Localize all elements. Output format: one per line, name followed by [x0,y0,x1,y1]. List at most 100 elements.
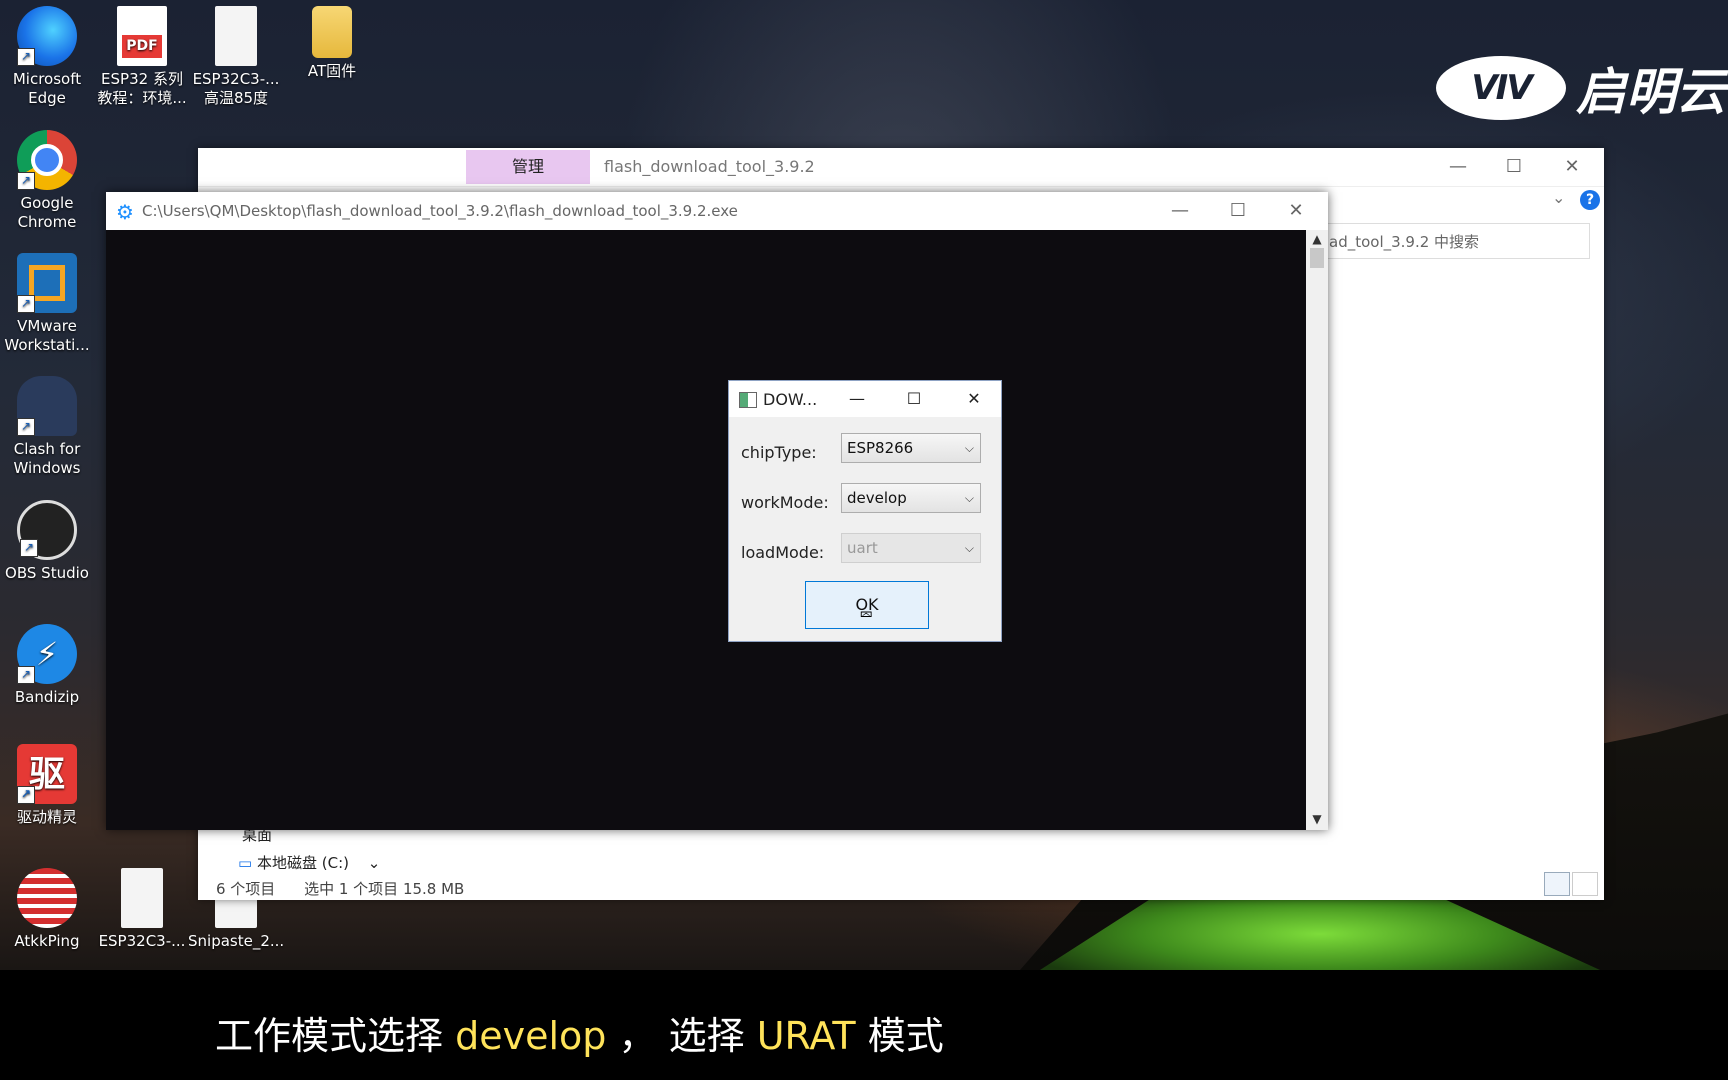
flash-tool-title: C:\Users\QM\Desktop\flash_download_tool_… [142,202,738,220]
nav-item-label: 本地磁盘 (C:) [256,854,349,872]
chevron-down-icon: ⌵ [964,441,974,455]
driver-icon: 驱 ↗ [17,744,77,804]
icon-label: ESP32 系列 教程：环境... [97,70,187,107]
dialog-title: DOW... [763,390,818,409]
details-view-button[interactable] [1544,872,1570,896]
chip-type-label: chipType: [741,443,817,462]
desktop-icon-bandizip[interactable]: ⚡ ↗ Bandizip [0,624,95,707]
shortcut-arrow-icon: ↗ [17,48,35,66]
atkkping-icon [17,868,77,928]
work-mode-select[interactable]: develop ⌵ [841,483,981,513]
close-button[interactable]: ✕ [959,387,989,411]
nav-item-local-disk[interactable]: ▭ 本地磁盘 (C:) ⌄ [238,852,380,873]
desktop-icon-esp32-pdf[interactable]: PDF ESP32 系列 教程：环境... [94,6,190,108]
work-mode-label: workMode: [741,493,829,512]
icon-label: AtkkPing [14,932,80,950]
vmware-icon: ↗ [17,253,77,313]
explorer-titlebar: 管理 flash_download_tool_3.9.2 — ☐ ✕ [198,148,1604,187]
file-icon [121,868,163,928]
shortcut-arrow-icon: ↗ [17,786,35,804]
gear-icon: ⚙ [116,200,134,224]
maximize-button[interactable]: ☐ [1494,154,1534,180]
large-icons-view-button[interactable] [1572,872,1598,896]
console-scrollbar[interactable]: ▲ ▼ [1306,230,1328,830]
brand-logo: VIV 启明云端 [1436,52,1728,124]
pdf-badge: PDF [122,34,162,58]
subtitle-part2: ， 选择 [618,1014,745,1058]
logo-mark: VIV [1436,56,1566,120]
minimize-button[interactable]: — [842,387,872,411]
subtitle-text: 工作模式选择 develop ， 选择 URAT 模式 [215,1005,944,1060]
subtitle-highlight-urat: URAT [756,1014,856,1058]
icon-label: ESP32C3-... 高温85度 [192,70,280,107]
shortcut-arrow-icon: ↗ [17,295,35,313]
desktop-icon-vmware[interactable]: ↗ VMware Workstati... [0,253,95,355]
icon-label: Google Chrome [17,194,77,231]
file-icon [215,6,257,66]
desktop-icon-clash[interactable]: ↗ Clash for Windows [0,376,95,478]
scroll-up-icon[interactable]: ▲ [1310,232,1324,246]
maximize-button[interactable]: ☐ [1218,198,1258,224]
load-mode-label: loadMode: [741,543,825,562]
close-button[interactable]: ✕ [1276,198,1316,224]
load-mode-select: uart ⌵ [841,533,981,563]
desktop-icon-driver[interactable]: 驱 ↗ 驱动精灵 [0,744,95,827]
chevron-down-icon[interactable]: ⌄ [368,854,381,872]
chevron-down-icon: ⌵ [964,541,974,555]
minimize-button[interactable]: — [1160,198,1200,224]
flash-tool-window: ⚙ C:\Users\QM\Desktop\flash_download_too… [106,192,1328,830]
folder-icon [312,6,352,58]
download-mode-dialog: DOW... — ☐ ✕ chipType: ESP8266 ⌵ workMod… [728,380,1002,642]
edge-icon: ↗ [17,6,77,66]
chip-type-value: ESP8266 [847,439,914,457]
subtitle-part3: 模式 [867,1014,944,1058]
desktop-icon-atkkping[interactable]: AtkkPing [0,868,95,951]
maximize-button[interactable]: ☐ [899,387,929,411]
clash-icon: ↗ [17,376,77,436]
close-button[interactable]: ✕ [1552,154,1592,180]
desktop-icon-edge[interactable]: ↗ Microsoft Edge [0,6,95,108]
desktop-icon-obs[interactable]: ↗ OBS Studio [0,500,95,583]
icon-label: AT固件 [307,62,357,80]
icon-label: Bandizip [14,688,80,706]
icon-label: Snipaste_2... [188,932,285,950]
icon-label: VMware Workstati... [4,317,90,354]
chevron-down-icon: ⌵ [964,491,974,505]
drive-icon: ▭ [238,854,253,872]
desktop-icon-esp32c3[interactable]: ESP32C3-... 高温85度 [188,6,284,108]
flash-tool-titlebar: ⚙ C:\Users\QM\Desktop\flash_download_too… [106,192,1328,230]
chip-type-select[interactable]: ESP8266 ⌵ [841,433,981,463]
chrome-icon: ↗ [17,130,77,190]
app-icon [739,392,757,408]
icon-label: Microsoft Edge [12,70,82,107]
console-area [106,230,1306,830]
desktop-icon-at-firmware[interactable]: AT固件 [284,6,380,81]
shortcut-arrow-icon: ↗ [17,418,35,436]
manage-tab[interactable]: 管理 [466,150,590,184]
scroll-thumb[interactable] [1310,248,1324,268]
minimize-button[interactable]: — [1438,154,1478,180]
icon-label: Clash for Windows [13,440,81,477]
logo-text: 启明云端 [1576,63,1728,121]
desktop-icon-chrome[interactable]: ↗ Google Chrome [0,130,95,232]
search-input[interactable]: ad_tool_3.9.2 中搜索 [1324,223,1590,259]
load-mode-value: uart [847,539,878,557]
chevron-down-icon[interactable]: ⌄ [1552,188,1565,207]
subtitle-highlight-develop: develop [455,1014,607,1058]
work-mode-value: develop [847,489,907,507]
subtitle-part1: 工作模式选择 [215,1014,444,1058]
scroll-down-icon[interactable]: ▼ [1310,812,1324,826]
icon-label: ESP32C3-... [98,932,186,950]
shortcut-arrow-icon: ↗ [20,539,38,557]
shortcut-arrow-icon: ↗ [17,172,35,190]
driver-glyph: 驱 [28,753,65,795]
bandizip-icon: ⚡ ↗ [17,624,77,684]
pdf-icon: PDF [117,6,167,66]
dialog-titlebar: DOW... — ☐ ✕ [729,381,1001,417]
status-item-count: 6 个项目 [216,880,276,898]
help-icon[interactable]: ? [1580,190,1600,210]
mouse-cursor-icon: ⮹ [859,605,874,626]
desktop-icon-esp32c3-2[interactable]: ESP32C3-... [94,868,190,951]
obs-icon: ↗ [17,500,77,560]
icon-label: 驱动精灵 [16,808,77,826]
